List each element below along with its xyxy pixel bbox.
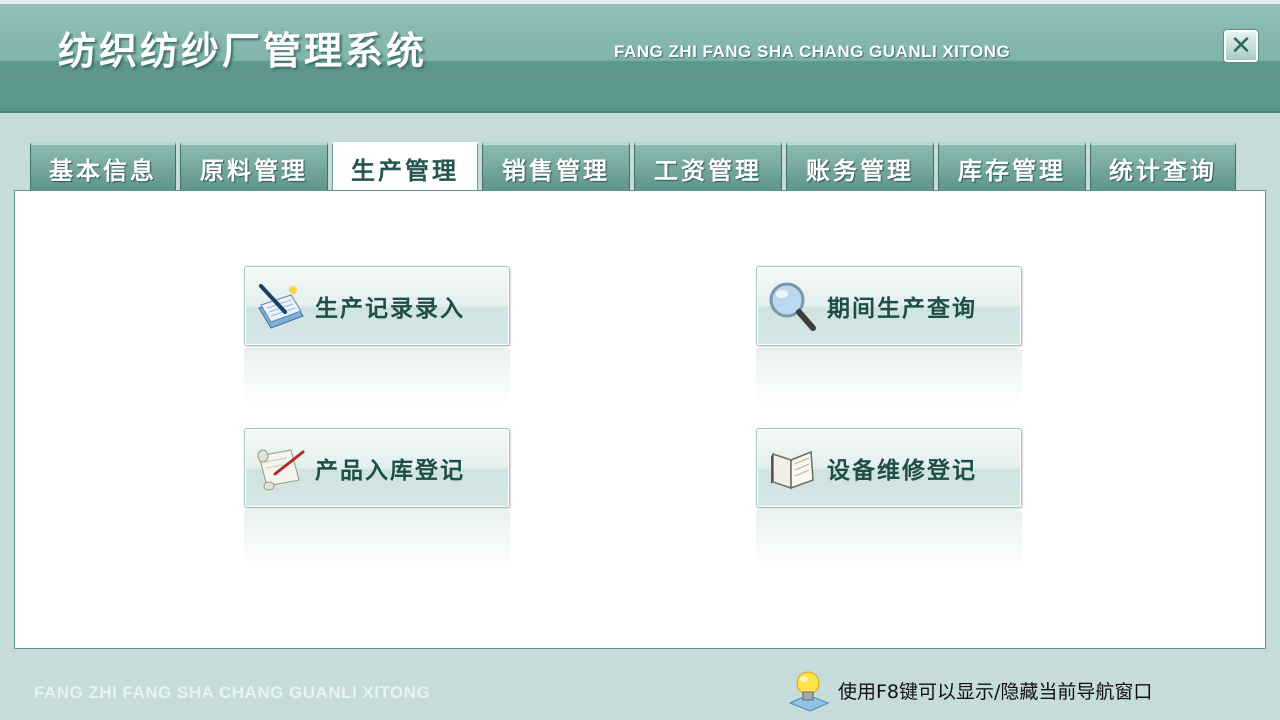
tab-label: 生产管理 <box>351 157 459 185</box>
button-reflection <box>756 510 1022 570</box>
scroll-quill-icon <box>251 438 311 498</box>
tab-label: 工资管理 <box>654 156 762 185</box>
magnifier-icon <box>763 276 823 336</box>
notebook-pen-icon <box>251 276 311 336</box>
tab-label: 账务管理 <box>806 156 914 185</box>
title-bar-highlight <box>0 0 1280 4</box>
button-label: 生产记录录入 <box>315 296 465 322</box>
period-production-query-button[interactable]: 期间生产查询 <box>756 266 1022 346</box>
hint-text: 使用F8键可以显示/隐藏当前导航窗口 <box>838 680 1153 703</box>
module-tabs: 基本信息 原料管理 生产管理 销售管理 工资管理 账务管理 库存管理 统计查询 <box>30 142 1240 192</box>
button-label: 设备维修登记 <box>827 458 977 484</box>
tab-label: 原料管理 <box>200 156 308 185</box>
tab-statistics[interactable]: 统计查询 <box>1090 142 1236 191</box>
button-reflection <box>244 348 510 408</box>
production-panel: 生产记录录入 期间生产查询 产品入库登记 设备维修登记 <box>14 190 1266 649</box>
button-reflection <box>244 510 510 570</box>
title-bar: 纺织纺纱厂管理系统 FANG ZHI FANG SHA CHANG GUANLI… <box>0 0 1280 113</box>
nav-hint: 使用F8键可以显示/隐藏当前导航窗口 <box>786 667 1152 713</box>
production-record-entry-button[interactable]: 生产记录录入 <box>244 266 510 346</box>
tab-accounts[interactable]: 账务管理 <box>786 142 934 191</box>
tab-salary[interactable]: 工资管理 <box>634 142 782 191</box>
tab-label: 统计查询 <box>1109 156 1217 185</box>
footer-brand-text: FANG ZHI FANG SHA CHANG GUANLI XITONG <box>34 683 431 702</box>
close-button[interactable]: ✕ <box>1224 30 1258 62</box>
close-x-icon: ✕ <box>1230 31 1252 61</box>
button-label: 期间生产查询 <box>827 296 977 322</box>
tab-material[interactable]: 原料管理 <box>180 142 328 191</box>
tab-production[interactable]: 生产管理 <box>332 142 478 192</box>
button-label: 产品入库登记 <box>315 458 465 484</box>
tab-sales[interactable]: 销售管理 <box>482 142 630 191</box>
app-title: 纺织纺纱厂管理系统 <box>58 29 428 73</box>
product-warehousing-button[interactable]: 产品入库登记 <box>244 428 510 508</box>
tab-label: 库存管理 <box>958 156 1066 185</box>
tab-label: 基本信息 <box>49 156 157 185</box>
equipment-repair-button[interactable]: 设备维修登记 <box>756 428 1022 508</box>
button-reflection <box>756 348 1022 408</box>
tab-inventory[interactable]: 库存管理 <box>938 142 1086 191</box>
open-book-icon <box>763 438 823 498</box>
lightbulb-icon <box>788 671 830 712</box>
app-subtitle: FANG ZHI FANG SHA CHANG GUANLI XITONG <box>614 42 1011 61</box>
tab-label: 销售管理 <box>502 156 610 185</box>
tab-basic-info[interactable]: 基本信息 <box>30 142 176 191</box>
